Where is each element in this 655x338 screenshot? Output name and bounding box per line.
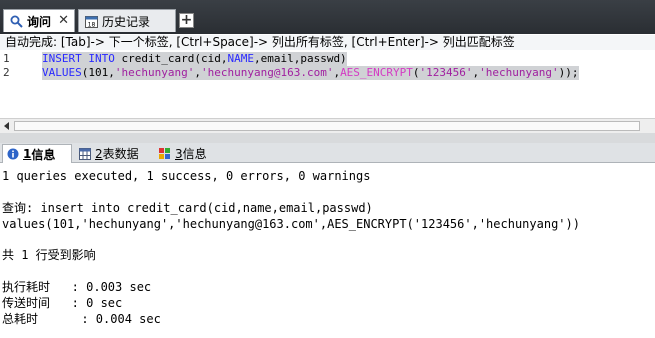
query-text-line1: 查询: insert into credit_card(cid,name,ema… <box>2 201 373 215</box>
transfer-time: 传送时间 : 0 sec <box>2 296 123 310</box>
keyword: NAME <box>227 52 254 65</box>
code-text: ( <box>412 66 420 79</box>
autocomplete-hint: 自动完成: [Tab]-> 下一个标签, [Ctrl+Space]-> 列出所有… <box>0 35 655 50</box>
function-name: AES_ENCRYPT <box>340 66 413 79</box>
code-text: )); <box>558 66 579 79</box>
tab-history[interactable]: 18 历史记录 <box>78 9 176 32</box>
grid-info-icon <box>159 147 171 160</box>
tab-messages-1[interactable]: 1 信息 <box>2 144 72 163</box>
tab-number: 3 <box>175 146 183 161</box>
pane-splitter[interactable] <box>0 133 655 143</box>
tab-label: 表数据 <box>102 147 139 161</box>
string-literal: '123456' <box>419 66 473 79</box>
tab-label: 信息 <box>182 147 207 161</box>
result-tab-bar: 1 信息 2 表数据 3 信息 <box>0 143 655 163</box>
keyword: VALUES <box>42 66 82 79</box>
query-tab-bar: 询问 ✕ 18 历史记录 + <box>0 0 655 34</box>
code-text: ,email,passwd) <box>253 52 347 65</box>
code-line-1[interactable]: INSERT INTO credit_card(cid,NAME,email,p… <box>42 52 347 66</box>
tab-number: 1 <box>23 147 32 161</box>
calendar-icon: 18 <box>85 15 98 28</box>
info-icon <box>7 148 19 160</box>
string-literal: 'hechunyang' <box>114 66 195 79</box>
keyword: INTO <box>88 52 115 65</box>
add-tab-button[interactable]: + <box>179 13 194 28</box>
code-line-2[interactable]: VALUES(101,'hechunyang','hechunyang@163.… <box>42 66 579 80</box>
close-icon[interactable]: ✕ <box>58 13 69 28</box>
code-text: (101, <box>81 66 115 79</box>
string-literal: 'hechunyang' <box>479 66 559 79</box>
query-text-line2: values(101,'hechunyang','hechunyang@163.… <box>2 217 580 231</box>
tab-messages-3[interactable]: 3 信息 <box>155 144 217 163</box>
line-number: 2 <box>3 66 10 79</box>
tab-query-label: 询问 <box>27 14 52 29</box>
execution-time: 执行耗时 : 0.003 sec <box>2 280 152 294</box>
query-icon <box>10 15 23 28</box>
svg-text:18: 18 <box>88 21 96 28</box>
table-icon <box>79 147 91 160</box>
tab-query[interactable]: 询问 ✕ <box>3 9 75 32</box>
string-literal: 'hechunyang@163.com' <box>200 66 334 79</box>
code-text: , <box>194 66 201 79</box>
code-text: credit_card(cid, <box>114 52 228 65</box>
total-time: 总耗时 : 0.004 sec <box>2 312 161 326</box>
sql-editor[interactable]: 1 2 INSERT INTO credit_card(cid,NAME,ema… <box>0 50 655 118</box>
horizontal-scrollbar[interactable] <box>0 118 655 133</box>
tab-number: 2 <box>95 146 103 161</box>
summary-message: 1 queries executed, 1 success, 0 errors,… <box>2 169 371 183</box>
rows-affected: 共 1 行受到影响 <box>2 248 96 262</box>
line-number: 1 <box>3 52 10 65</box>
scroll-left-icon[interactable] <box>4 122 9 130</box>
tab-table-data-2[interactable]: 2 表数据 <box>75 144 149 163</box>
tab-label: 信息 <box>31 147 56 162</box>
tab-history-label: 历史记录 <box>102 14 151 29</box>
scrollbar-thumb[interactable] <box>14 121 640 131</box>
line-number-gutter: 1 2 <box>0 50 36 118</box>
keyword: INSERT <box>42 52 82 65</box>
